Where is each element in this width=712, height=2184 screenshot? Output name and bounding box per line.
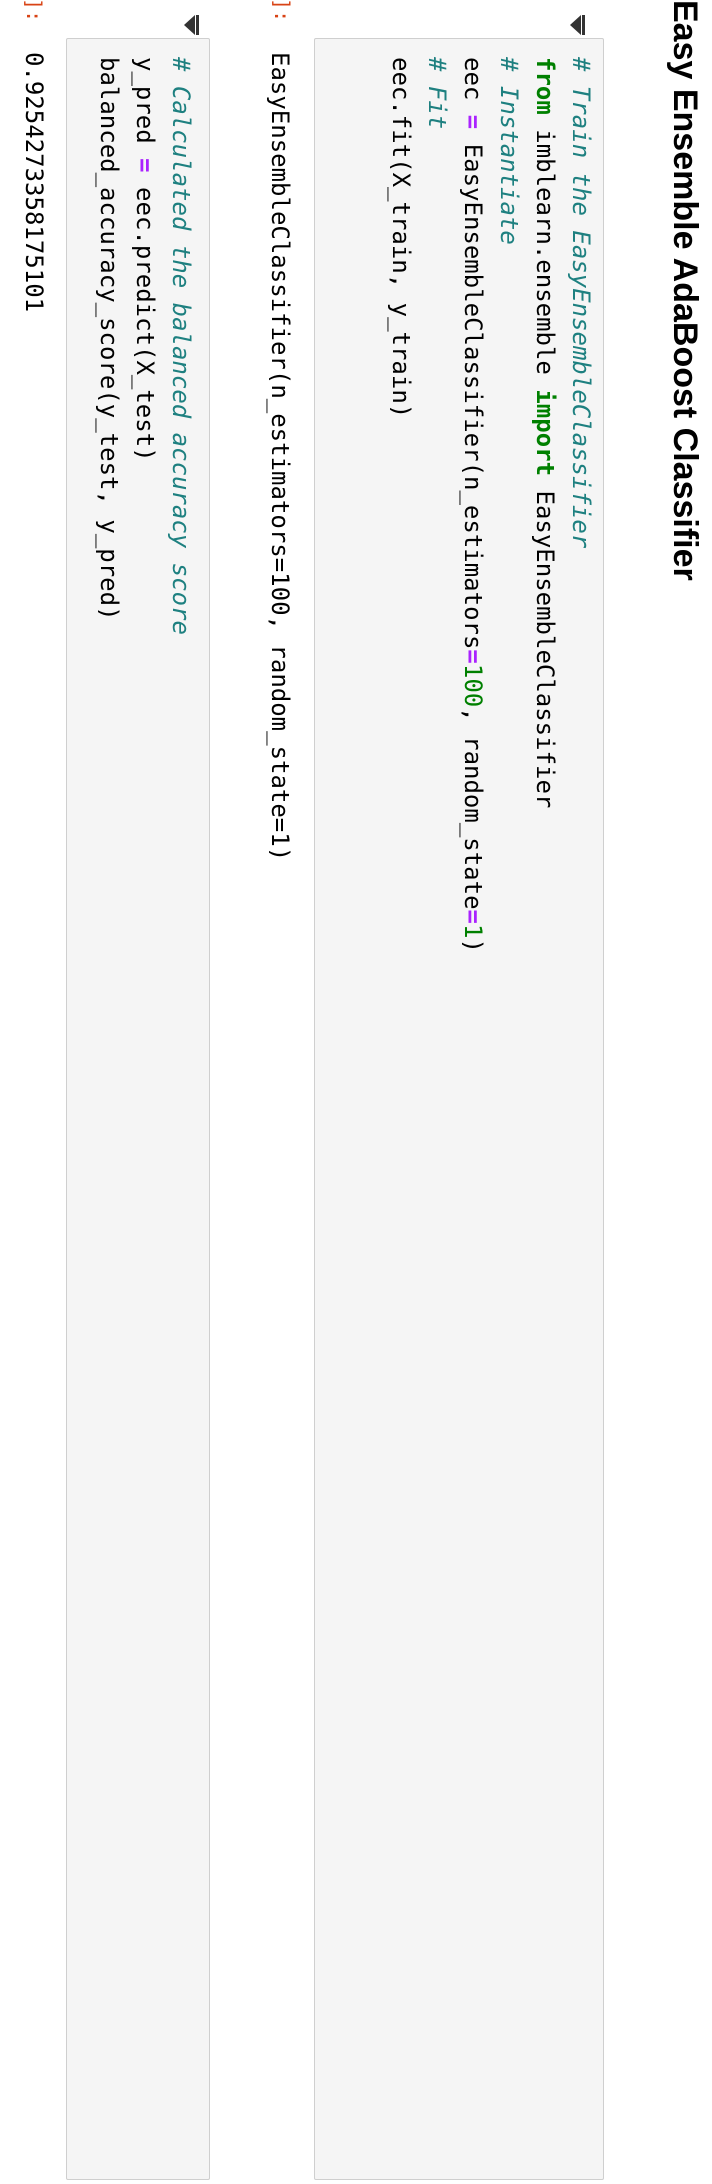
code-line: # Fit xyxy=(419,57,455,953)
code-line: eec.fit(X_train, y_train) xyxy=(383,57,419,953)
cell-output: EasyEnsembleClassifier(n_estimators=100,… xyxy=(266,52,294,862)
code-token: eec.fit(X_train, y_train) xyxy=(387,57,415,419)
code-token: ) xyxy=(459,938,487,953)
code-token: # Fit xyxy=(423,57,451,130)
code-token: y_pred xyxy=(131,57,159,159)
output-prompt: 5]: xyxy=(22,0,46,23)
code-cell-1[interactable]: # Train the EasyEnsembleClassifier from i… xyxy=(314,38,604,2180)
section-heading: Easy Ensemble AdaBoost Classifier xyxy=(666,0,704,581)
code-token: EasyEnsembleClassifier xyxy=(531,476,559,809)
code-block: # Train the EasyEnsembleClassifier from i… xyxy=(383,57,599,953)
code-token: = xyxy=(459,649,487,664)
code-token: balanced_accuracy_score(y_test, y_pred) xyxy=(95,57,123,621)
code-block: # Calculated the balanced accuracy score… xyxy=(91,57,199,635)
code-cell-2[interactable]: # Calculated the balanced accuracy score… xyxy=(66,38,210,2180)
code-token: , random_state xyxy=(459,707,487,910)
code-token: from xyxy=(531,57,559,115)
code-token: eec.predict(X_test) xyxy=(131,172,159,462)
code-token: = xyxy=(459,114,487,130)
code-line: # Train the EasyEnsembleClassifier xyxy=(563,57,599,953)
code-line: # Instantiate xyxy=(491,57,527,953)
code-token: import xyxy=(531,389,559,477)
code-token: # Calculated the balanced accuracy score xyxy=(167,57,195,635)
code-line: y_pred = eec.predict(X_test) xyxy=(127,57,163,635)
code-token: # Train the EasyEnsembleClassifier xyxy=(567,57,595,549)
notebook-canvas: Easy Ensemble AdaBoost Classifier # Trai… xyxy=(0,0,712,2184)
collapse-arrow-icon[interactable] xyxy=(182,14,200,36)
code-token: # Instantiate xyxy=(495,57,523,245)
code-line: balanced_accuracy_score(y_test, y_pred) xyxy=(91,57,127,635)
code-line: eec = EasyEnsembleClassifier(n_estimator… xyxy=(455,57,491,953)
collapse-arrow-icon[interactable] xyxy=(568,14,586,36)
code-token: eec xyxy=(459,57,487,115)
code-token: 100 xyxy=(459,663,487,708)
code-token: = xyxy=(459,909,487,924)
code-token: EasyEnsembleClassifier(n_estimators xyxy=(459,129,487,650)
output-prompt: 5]: xyxy=(270,0,294,23)
cell-output: 0.9254273358175101 xyxy=(20,52,48,313)
code-token: = xyxy=(131,158,159,173)
code-line: # Calculated the balanced accuracy score xyxy=(163,57,199,635)
code-token: 1 xyxy=(459,923,487,939)
code-line: from imblearn.ensemble import EasyEnsemb… xyxy=(527,57,563,953)
code-token: imblearn.ensemble xyxy=(531,114,559,390)
